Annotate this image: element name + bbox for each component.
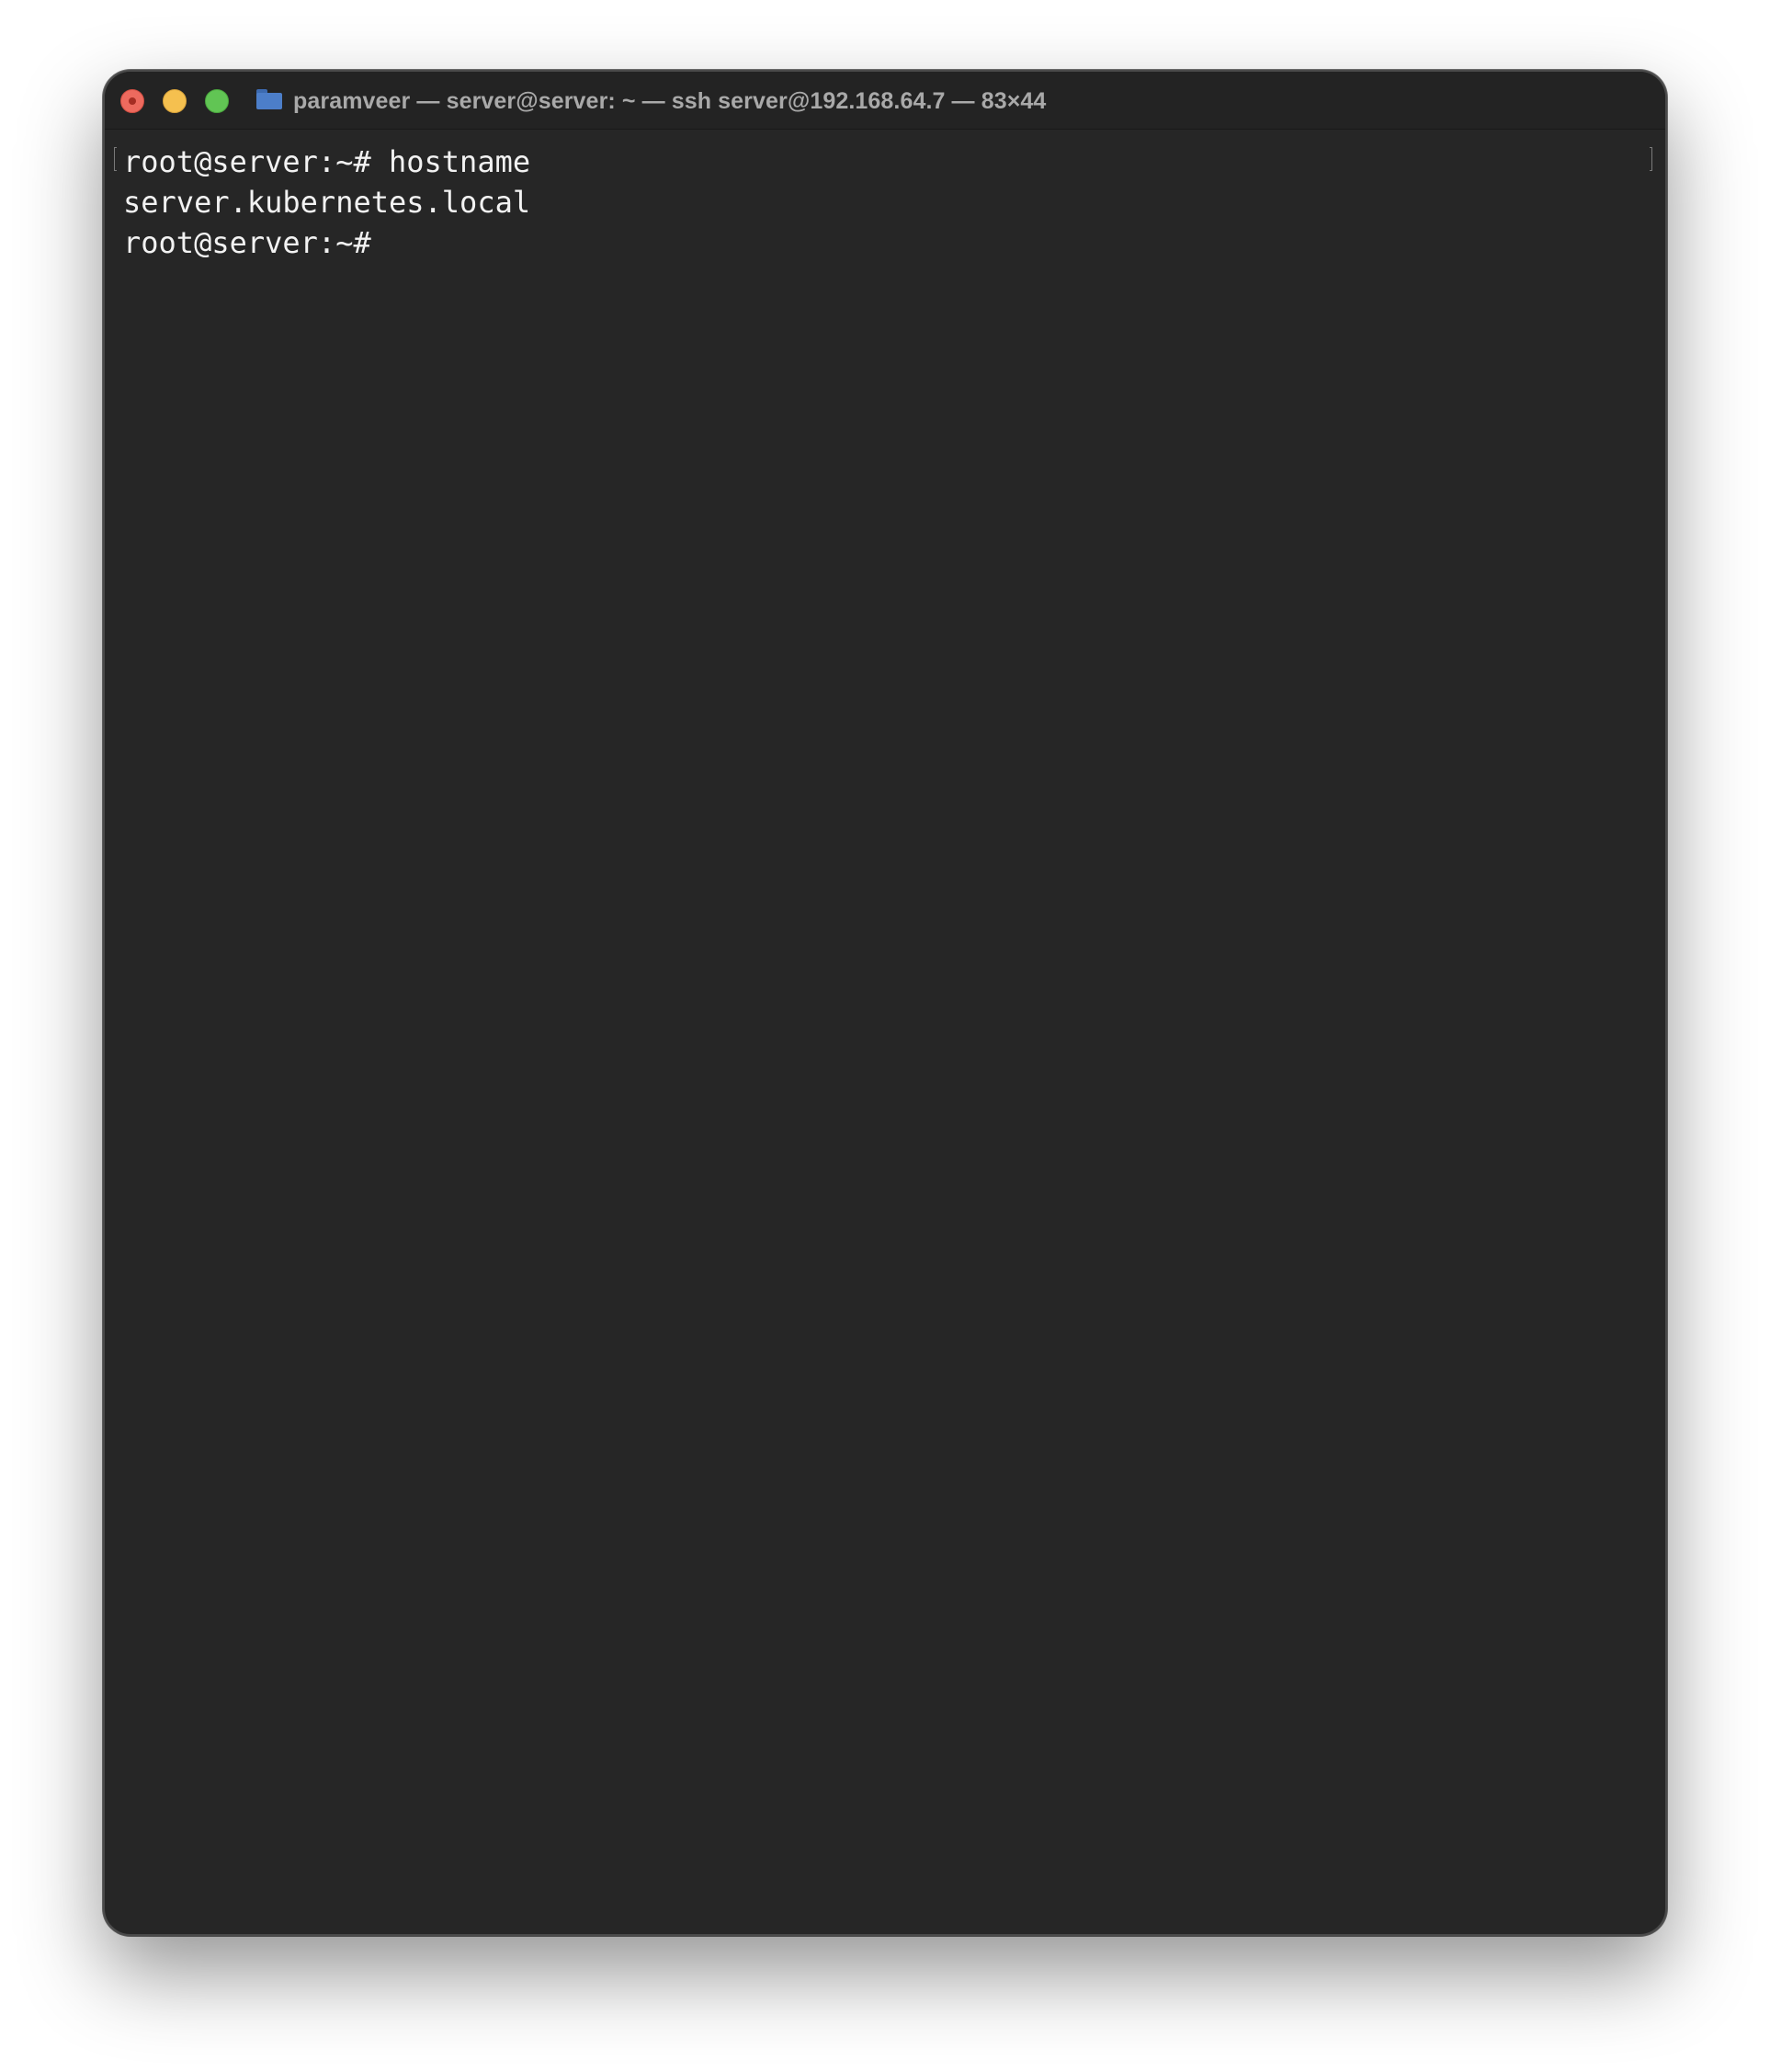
terminal-line-prompt: root@server:~# <box>123 225 371 260</box>
minimize-button[interactable] <box>163 89 187 113</box>
window-title-group: paramveer — server@server: ~ — ssh serve… <box>256 86 1046 116</box>
mark-bracket-right-icon <box>1650 147 1652 171</box>
terminal-window: paramveer — server@server: ~ — ssh serve… <box>103 70 1667 1936</box>
terminal-output[interactable]: root@server:~# hostname server.kubernete… <box>123 142 1630 263</box>
window-title: paramveer — server@server: ~ — ssh serve… <box>293 87 1047 114</box>
folder-icon <box>256 89 282 109</box>
title-bar[interactable]: paramveer — server@server: ~ — ssh serve… <box>105 72 1665 130</box>
mark-bracket-left-icon <box>114 147 117 171</box>
close-button[interactable] <box>120 89 144 113</box>
zoom-button[interactable] <box>205 89 229 113</box>
terminal-line-command: root@server:~# hostname <box>123 144 531 179</box>
terminal-line-output: server.kubernetes.local <box>123 185 531 220</box>
